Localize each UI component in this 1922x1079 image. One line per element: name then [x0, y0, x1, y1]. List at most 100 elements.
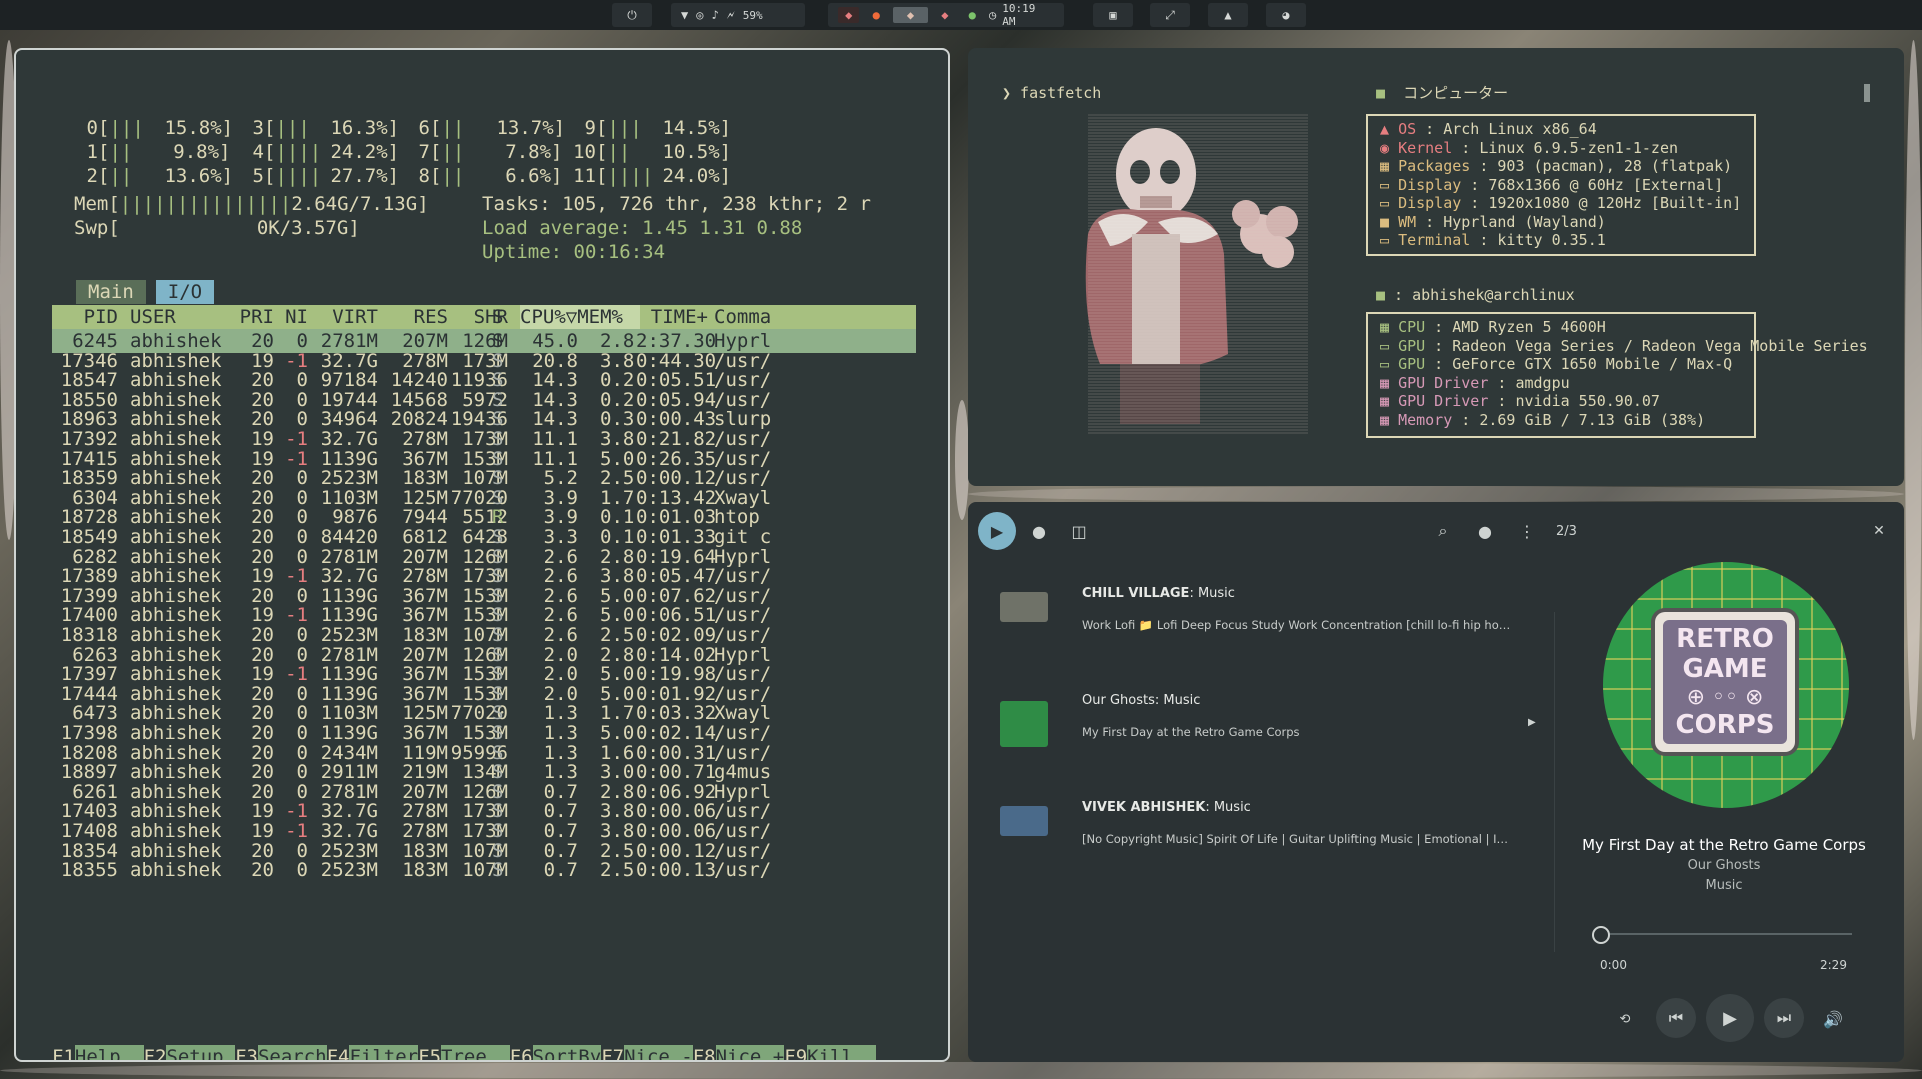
fkey-action-button[interactable]: SortBy: [532, 1045, 602, 1060]
lock-button[interactable]: ▲: [1208, 3, 1248, 27]
fkey-action-button[interactable]: Search: [257, 1045, 327, 1060]
info-icon: ▦: [1380, 392, 1399, 410]
cpu-id: 9: [584, 117, 596, 139]
column-header[interactable]: TIME+: [636, 305, 708, 329]
info-key: GPU: [1398, 336, 1426, 355]
column-header[interactable]: RES: [390, 305, 448, 329]
more-options-button[interactable]: ⋮: [1510, 514, 1544, 548]
queue-item-title: CHILL VILLAGE: Music: [1082, 586, 1522, 601]
process-row[interactable]: 18355 abhishek 20 0 2523M 183M 107M S 0.7 2.5 0:00…: [52, 858, 916, 882]
cpu-meter: 3[||| 16.3%]: [240, 116, 400, 140]
cpu-id: 8: [418, 165, 430, 187]
column-header[interactable]: Comma: [714, 305, 794, 329]
bluetooth-icon[interactable]: ◎: [696, 8, 703, 22]
active-workspace-icon[interactable]: ◆: [892, 7, 929, 23]
fkey-action-button[interactable]: Help: [74, 1045, 144, 1060]
fkey-action-button[interactable]: Kill: [807, 1045, 876, 1060]
column-header[interactable]: USER: [130, 305, 230, 329]
cpu-id: 0: [86, 117, 98, 139]
fkey-action-button[interactable]: Filter: [349, 1045, 419, 1060]
cpu-meter: 1[|| 9.8%]: [74, 140, 234, 164]
account-button[interactable]: ●: [1468, 514, 1502, 548]
power-button[interactable]: ⏻: [612, 3, 652, 27]
cpu-percent: 6.6%]: [505, 165, 563, 187]
skip-previous-icon: ⏮: [1668, 1008, 1684, 1027]
computer-icon: ■: [1376, 84, 1404, 102]
swap-meter: Swp[0K/3.57G]: [74, 217, 360, 239]
fetch-header-computer: ■ コンピューター: [1376, 84, 1509, 102]
queue-item-subtitle: Work Lofi 📁 Lofi Deep Focus Study Work C…: [1082, 618, 1512, 632]
progress-slider[interactable]: [1592, 926, 1852, 944]
volume-button[interactable]: 🔊: [1816, 1002, 1850, 1036]
fkey-action-button[interactable]: Tree: [441, 1045, 510, 1060]
time-total: 2:29: [1820, 958, 1847, 972]
play-tab-button[interactable]: ▶: [978, 512, 1016, 550]
music-app-icon[interactable]: ●: [962, 7, 983, 23]
playlist-tab-button[interactable]: ◫: [1062, 514, 1096, 548]
htop-tabs: Main I/O: [76, 280, 215, 304]
tab-main[interactable]: Main: [76, 280, 146, 304]
column-header[interactable]: CPU%▽MEM%: [520, 305, 640, 329]
music-player-window[interactable]: ▶ ● ◫ ⌕ ● ⋮ 2/3 ✕ CHILL VILLAGE: Music Wo…: [968, 502, 1904, 1062]
queue-item-title: Our Ghosts: Music: [1082, 693, 1522, 708]
firefox-icon[interactable]: ●: [865, 7, 886, 23]
artists-tab-button[interactable]: ●: [1022, 514, 1056, 548]
next-button[interactable]: ⏭: [1764, 998, 1804, 1038]
fullscreen-button[interactable]: ⤢: [1150, 3, 1190, 27]
column-header[interactable]: NI: [280, 305, 308, 329]
fkey-action-button[interactable]: Nice +: [715, 1045, 785, 1060]
close-button[interactable]: ✕: [1862, 514, 1896, 548]
screenshot-button[interactable]: ▣: [1093, 3, 1133, 27]
process-cell: /usr/: [714, 859, 772, 882]
fkey-label: F3: [235, 1046, 258, 1062]
workspace-app-icon[interactable]: ◆: [838, 7, 860, 23]
fastfetch-window[interactable]: ❯ fastfetch ■ コンピューター ▲ OS : Arch Linux …: [968, 48, 1904, 486]
more-vert-icon: ⋮: [1519, 521, 1535, 541]
queue-category: Our Ghosts: Music: [1082, 693, 1201, 708]
column-header[interactable]: VIRT: [320, 305, 378, 329]
queue-item[interactable]: Our Ghosts: Music My First Day at the Ret…: [988, 689, 1548, 759]
process-table-header[interactable]: PID USER PRI NI VIRT RES SHR S CPU%▽MEM% TIME+ Com…: [52, 305, 916, 329]
palette-button[interactable]: ◕: [1266, 3, 1306, 27]
cpu-meter: 5[|||| 27.7%]: [240, 164, 400, 188]
cpu-bar: |||: [109, 117, 144, 139]
cpu-bar: ||||: [607, 165, 654, 187]
info-key: Packages: [1398, 157, 1471, 175]
play-pause-button[interactable]: ▶: [1706, 994, 1754, 1042]
cpu-bar: ||||: [275, 165, 322, 187]
fkey-action-button[interactable]: Setup: [166, 1045, 236, 1060]
column-header[interactable]: S: [492, 305, 508, 329]
terminal-cursor: [1864, 84, 1870, 102]
workspace-app-icon-2[interactable]: ◆: [934, 7, 955, 23]
info-icon: ▭: [1380, 336, 1399, 355]
repeat-button[interactable]: ⟲: [1608, 1002, 1642, 1036]
tab-io[interactable]: I/O: [155, 280, 215, 304]
queue-item[interactable]: VIVEK ABHISHEK: Music [No Copyright Music…: [988, 796, 1548, 866]
info-icon: ▦: [1380, 318, 1399, 336]
info-icon: ▲: [1380, 120, 1399, 138]
htop-window[interactable]: 0[||| 15.8%] 1[|| 9.8%] 2[|| 13.6%] 3[||| 16.3%…: [14, 48, 950, 1062]
column-header[interactable]: PID: [52, 305, 118, 329]
process-cell: 0.7: [543, 859, 578, 882]
column-header[interactable]: PRI: [230, 305, 274, 329]
search-icon: ⌕: [1438, 521, 1448, 540]
previous-button[interactable]: ⏮: [1656, 998, 1696, 1038]
cpu-bracket: [: [98, 141, 110, 163]
info-value: : 768x1366 @ 60Hz [External]: [1461, 175, 1724, 194]
queue-item[interactable]: CHILL VILLAGE: Music Work Lofi 📁 Lofi Dee…: [988, 582, 1548, 652]
volume-icon[interactable]: ♪: [711, 8, 718, 22]
cpu-meter: 7[|| 7.8%]: [406, 140, 566, 164]
fkey-action-button[interactable]: Nice -: [624, 1045, 693, 1060]
cpu-meter: 11[|||| 24.0%]: [572, 164, 732, 188]
info-icon: ◉: [1380, 138, 1399, 157]
wifi-icon[interactable]: ▼: [681, 8, 688, 22]
search-button[interactable]: ⌕: [1426, 514, 1460, 548]
cpu-meter: 4[|||| 24.2%]: [240, 140, 400, 164]
cpu-bar: |||: [275, 117, 310, 139]
cpu-percent: 24.2%]: [330, 141, 400, 163]
cpu-bracket: [: [596, 165, 608, 187]
fullscreen-icon: ⤢: [1165, 7, 1175, 22]
cpu-percent: 13.7%]: [496, 117, 566, 139]
fkey-label: F7: [601, 1046, 625, 1062]
progress-knob[interactable]: [1592, 926, 1610, 944]
